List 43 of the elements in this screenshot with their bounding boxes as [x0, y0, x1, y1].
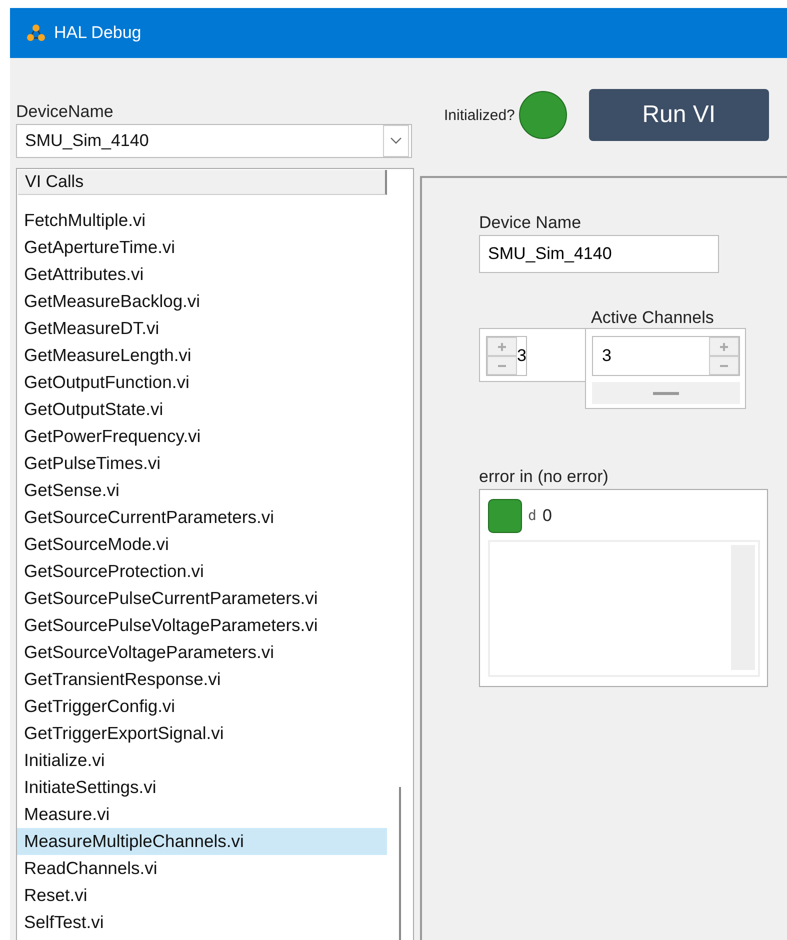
cluster-label: error in (no error) — [479, 467, 610, 487]
list-item[interactable]: GetMeasureBacklog.vi — [17, 288, 387, 315]
chevron-down-icon — [390, 137, 402, 145]
radix-label: d — [528, 508, 536, 524]
list-item[interactable]: SelfTest.vi — [17, 909, 387, 936]
dash-icon — [653, 392, 679, 394]
list-item[interactable]: GetOutputState.vi — [17, 396, 387, 423]
list-item[interactable]: GetSense.vi — [17, 477, 387, 504]
list-item[interactable]: InitiateSettings.vi — [17, 774, 387, 801]
list-item[interactable]: GetTriggerConfig.vi — [17, 693, 387, 720]
list-item[interactable]: GetAttributes.vi — [17, 261, 387, 288]
list-item[interactable]: Initialize.vi — [17, 747, 387, 774]
list-item[interactable]: GetPulseTimes.vi — [17, 450, 387, 477]
text-field[interactable]: SMU_Sim_4140 — [479, 235, 719, 273]
device-dropdown[interactable]: SMU_Sim_4140 — [16, 124, 412, 158]
window-title: HAL Debug — [54, 23, 142, 43]
list-item[interactable]: GetSourceCurrentParameters.vi — [17, 504, 387, 531]
list-item[interactable]: GetPowerFrequency.vi — [17, 423, 387, 450]
list-item[interactable]: GetOutputFunction.vi — [17, 369, 387, 396]
scrollbar[interactable] — [399, 787, 401, 940]
list-header: VI Calls — [18, 170, 387, 195]
list-item[interactable]: GetSourcePulseVoltageParameters.vi — [17, 612, 387, 639]
field-label: Device Name — [479, 213, 582, 233]
list-item[interactable]: FetchMultiple.vi — [17, 207, 387, 234]
list-item[interactable]: GetTransientResponse.vi — [17, 666, 387, 693]
list-item[interactable]: GetSourceProtection.vi — [17, 558, 387, 585]
list-item[interactable]: Reset.vi — [17, 882, 387, 909]
list-item[interactable]: MeasureMultipleChannels.vi — [17, 828, 387, 855]
list-item[interactable]: GetApertureTime.vi — [17, 234, 387, 261]
list-item[interactable]: GetTriggerExportSignal.vi — [17, 720, 387, 747]
code-value: 0 — [542, 506, 552, 526]
list-item[interactable]: GetSourcePulseCurrentParameters.vi — [17, 585, 387, 612]
list-item[interactable]: ReadChannels.vi — [17, 855, 387, 882]
app-icon — [26, 23, 46, 43]
indicator-label: Initialized? — [444, 106, 515, 124]
list-item[interactable]: GetMeasureLength.vi — [17, 342, 387, 369]
field-label: DeviceName — [16, 102, 114, 123]
list-item[interactable]: GetSourceVoltageParameters.vi — [17, 639, 387, 666]
list-item[interactable]: GetMeasureDT.vi — [17, 315, 387, 342]
array-label: Active Channels — [591, 308, 715, 328]
list-item[interactable]: Measure.vi — [17, 801, 387, 828]
run-button[interactable]: Run VI — [588, 89, 769, 141]
list-item[interactable]: GetSourceMode.vi — [17, 531, 387, 558]
